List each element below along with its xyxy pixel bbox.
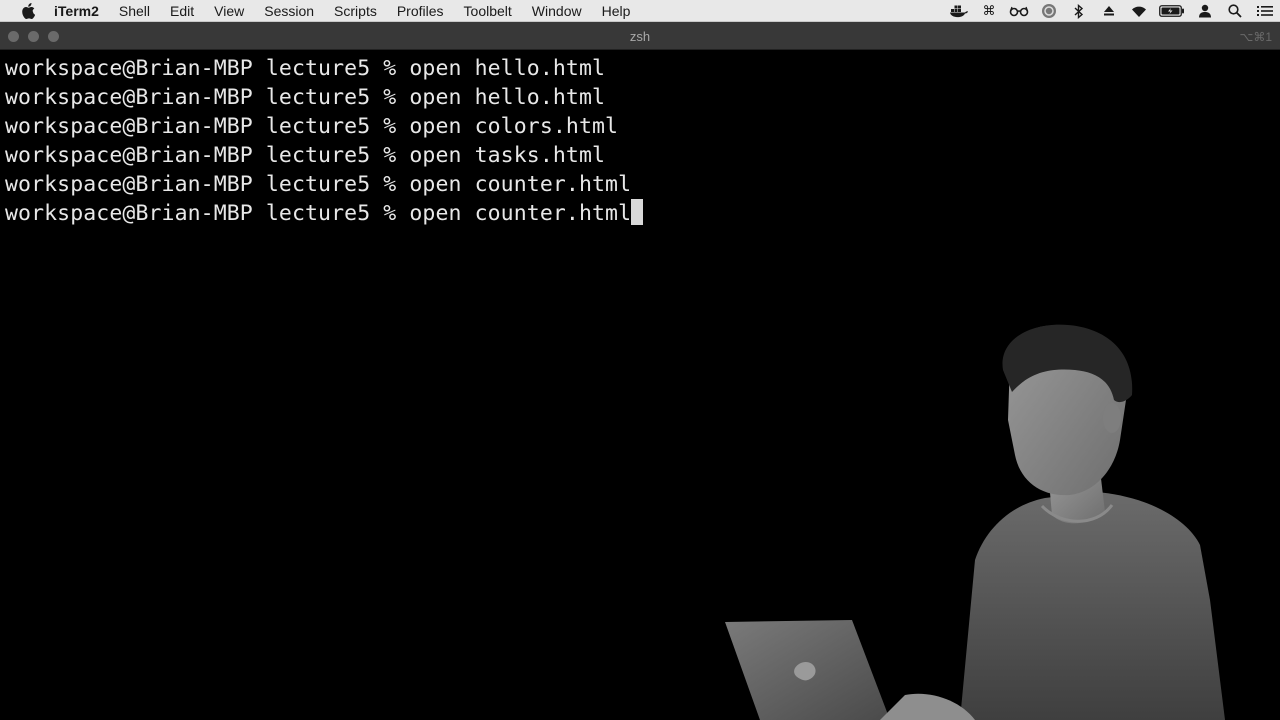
command-input[interactable]: open counter.html: [409, 201, 631, 226]
terminal-pane[interactable]: workspace@Brian-MBP lecture5 % open hell…: [0, 50, 1280, 720]
terminal-line: workspace@Brian-MBP lecture5 % open coun…: [5, 170, 643, 199]
prompt: workspace@Brian-MBP lecture5 %: [5, 201, 410, 226]
terminal-line: workspace@Brian-MBP lecture5 % open colo…: [5, 112, 643, 141]
menu-shell[interactable]: Shell: [109, 0, 160, 22]
search-icon[interactable]: [1225, 2, 1245, 20]
list-icon[interactable]: [1255, 2, 1275, 20]
glasses-icon[interactable]: [1009, 2, 1029, 20]
bluetooth-icon[interactable]: [1069, 2, 1089, 20]
docker-icon[interactable]: [949, 2, 969, 20]
wifi-icon[interactable]: [1129, 2, 1149, 20]
apple-menu-icon[interactable]: [21, 2, 35, 19]
prompt: workspace@Brian-MBP lecture5 %: [5, 143, 410, 168]
menu-view[interactable]: View: [204, 0, 254, 22]
command: open colors.html: [409, 114, 619, 139]
window-titlebar[interactable]: zsh ⌥⌘1: [0, 22, 1280, 50]
menu-toolbelt[interactable]: Toolbelt: [454, 0, 522, 22]
command-icon[interactable]: ⌘: [979, 2, 999, 20]
menu-session[interactable]: Session: [254, 0, 324, 22]
menu-bar: iTerm2 Shell Edit View Session Scripts P…: [0, 0, 1280, 22]
menu-help[interactable]: Help: [592, 0, 641, 22]
terminal-line: workspace@Brian-MBP lecture5 % open hell…: [5, 54, 643, 83]
circle-app-icon[interactable]: [1039, 2, 1059, 20]
command: open hello.html: [409, 85, 606, 110]
menu-profiles[interactable]: Profiles: [387, 0, 454, 22]
terminal-line-current: workspace@Brian-MBP lecture5 % open coun…: [5, 199, 644, 228]
menu-window[interactable]: Window: [522, 0, 592, 22]
terminal-line: workspace@Brian-MBP lecture5 % open hell…: [5, 83, 643, 112]
window-shortcut: ⌥⌘1: [1239, 30, 1272, 44]
menu-app-iterm2[interactable]: iTerm2: [54, 0, 109, 22]
eject-icon[interactable]: [1099, 2, 1119, 20]
prompt: workspace@Brian-MBP lecture5 %: [5, 172, 410, 197]
menu-scripts[interactable]: Scripts: [324, 0, 387, 22]
command: open counter.html: [409, 172, 632, 197]
terminal-output: workspace@Brian-MBP lecture5 % open hell…: [5, 54, 644, 228]
prompt: workspace@Brian-MBP lecture5 %: [5, 85, 410, 110]
terminal-line: workspace@Brian-MBP lecture5 % open task…: [5, 141, 643, 170]
command: open hello.html: [409, 56, 606, 81]
status-bar: ⌘: [944, 0, 1280, 22]
command: open tasks.html: [409, 143, 606, 168]
battery-icon[interactable]: [1159, 2, 1185, 20]
prompt: workspace@Brian-MBP lecture5 %: [5, 56, 410, 81]
window-title: zsh: [629, 29, 651, 44]
text-cursor: [631, 199, 644, 225]
prompt: workspace@Brian-MBP lecture5 %: [5, 114, 410, 139]
user-icon[interactable]: [1195, 2, 1215, 20]
menu-edit[interactable]: Edit: [160, 0, 204, 22]
